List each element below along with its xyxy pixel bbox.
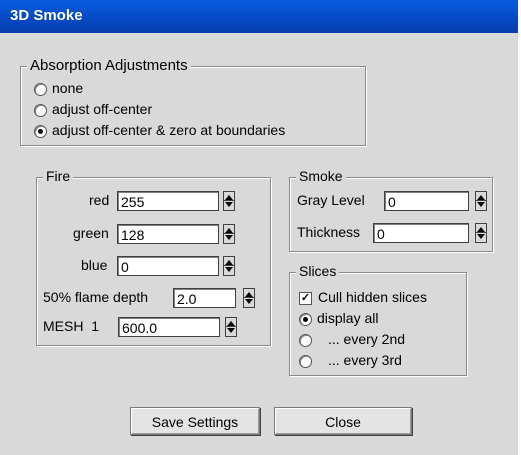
radio-absorption-none[interactable]: none [34,80,83,96]
blue-spinner[interactable] [223,256,235,276]
radio-label: display all [317,310,379,326]
checkbox-checked-icon: ✓ [299,291,312,305]
red-spinner[interactable] [223,191,235,211]
smoke-group: Smoke Gray Level 0 Thickness 0 [289,168,493,252]
radio-label: adjust off-center & zero at boundaries [52,122,286,138]
mesh-label: MESH 1 [43,318,100,334]
radio-absorption-off-center-zero[interactable]: adjust off-center & zero at boundaries [34,122,285,138]
green-input[interactable]: 128 [117,224,219,244]
flame-depth-label: 50% flame depth [43,289,149,305]
radio-icon [34,103,47,117]
save-settings-button[interactable]: Save Settings [130,407,260,435]
fire-legend: Fire [43,168,74,184]
close-button[interactable]: Close [274,407,412,435]
smoke-legend: Smoke [296,168,346,184]
green-spinner[interactable] [223,224,235,244]
cull-hidden-checkbox[interactable]: ✓ Cull hidden slices [299,289,427,305]
radio-icon [34,82,47,96]
green-label: green [73,225,109,241]
fire-group: Fire red 255 green 128 blue 0 50% flame … [36,168,271,346]
radio-every-2nd[interactable]: ... every 2nd [299,331,405,347]
radio-label: ... every 2nd [328,331,406,347]
radio-icon [299,354,312,368]
radio-selected-icon [34,124,47,138]
thickness-label: Thickness [297,224,361,240]
slices-legend: Slices [296,263,340,279]
mesh-input[interactable]: 600.0 [118,317,220,337]
blue-input[interactable]: 0 [117,256,219,276]
red-label: red [89,192,110,208]
radio-label: ... every 3rd [328,352,402,368]
gray-level-spinner[interactable] [475,191,487,211]
window-title: 3D Smoke [10,7,83,24]
dialog-window: 3D Smoke Absorption Adjustments none adj… [0,0,518,455]
blue-label: blue [81,257,108,273]
radio-absorption-off-center[interactable]: adjust off-center [34,101,152,117]
absorption-legend: Absorption Adjustments [27,57,191,74]
checkbox-label: Cull hidden slices [318,289,427,305]
red-input[interactable]: 255 [117,191,219,211]
flame-depth-input[interactable]: 2.0 [173,288,236,308]
flame-depth-spinner[interactable] [243,288,255,308]
radio-every-3rd[interactable]: ... every 3rd [299,352,402,368]
slices-group: Slices ✓ Cull hidden slices display all .… [289,263,467,376]
radio-icon [299,333,312,347]
radio-display-all[interactable]: display all [299,310,378,326]
radio-selected-icon [299,312,312,326]
thickness-input[interactable]: 0 [373,223,469,243]
radio-label: adjust off-center [52,101,153,117]
mesh-spinner[interactable] [225,317,237,337]
absorption-group: Absorption Adjustments none adjust off-c… [20,57,366,146]
gray-level-label: Gray Level [297,192,365,208]
gray-level-input[interactable]: 0 [384,191,469,211]
radio-label: none [52,80,84,96]
thickness-spinner[interactable] [475,223,487,243]
title-bar[interactable]: 3D Smoke [0,0,518,33]
